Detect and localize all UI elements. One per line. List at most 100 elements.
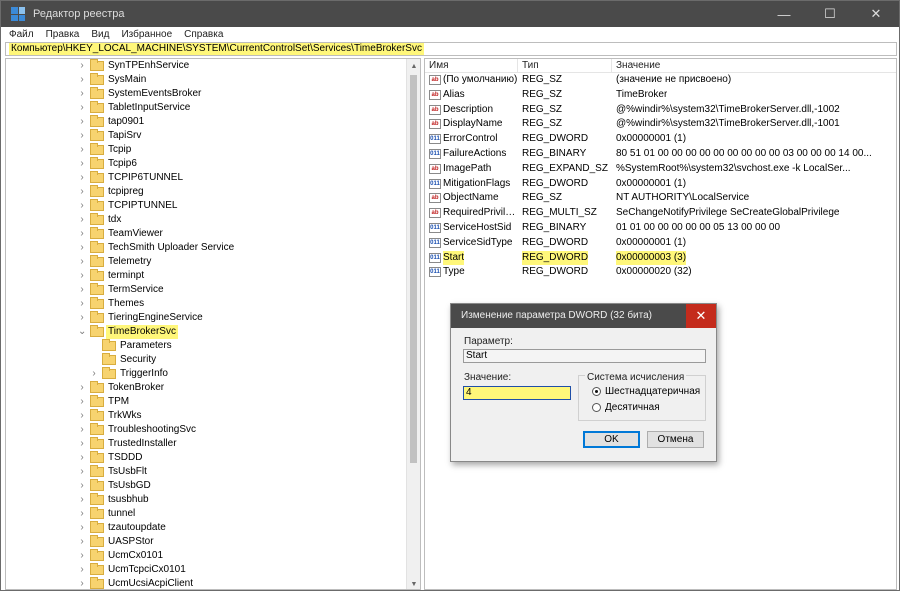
tree-item-label[interactable]: Tcpip6 bbox=[106, 157, 139, 171]
tree-item-label[interactable]: SystemEventsBroker bbox=[106, 87, 203, 101]
value-row[interactable]: 011 MitigationFlags REG_DWORD 0x00000001 (1… bbox=[425, 177, 896, 192]
tree-item-label[interactable]: TapiSrv bbox=[106, 129, 143, 143]
tree-item[interactable]: › tunnel bbox=[6, 507, 406, 521]
expand-chevron-icon[interactable]: › bbox=[78, 535, 86, 549]
column-header-type[interactable]: Тип bbox=[518, 59, 612, 73]
tree-item[interactable]: › TPM bbox=[6, 395, 406, 409]
menu-file[interactable]: Файл bbox=[9, 29, 34, 40]
tree-item-label[interactable]: Tcpip bbox=[106, 143, 133, 157]
tree-item-label[interactable]: tdx bbox=[106, 213, 123, 227]
tree-item[interactable]: › SystemEventsBroker bbox=[6, 87, 406, 101]
tree-item-label[interactable]: TieringEngineService bbox=[106, 311, 205, 325]
expand-chevron-icon[interactable]: › bbox=[78, 409, 86, 423]
value-row[interactable]: 011 FailureActions REG_BINARY 80 51 01 00 0… bbox=[425, 147, 896, 162]
tree-item[interactable]: › TieringEngineService bbox=[6, 311, 406, 325]
tree-item-label[interactable]: TroubleshootingSvc bbox=[106, 423, 198, 437]
expand-chevron-icon[interactable]: › bbox=[78, 437, 86, 451]
value-input[interactable]: 4 bbox=[463, 386, 571, 400]
tree-item-label[interactable]: TsUsbFlt bbox=[106, 465, 149, 479]
tree-item[interactable]: › TsUsbFlt bbox=[6, 465, 406, 479]
tree-item-label[interactable]: terminpt bbox=[106, 269, 146, 283]
expand-chevron-icon[interactable]: › bbox=[78, 381, 86, 395]
expand-chevron-icon[interactable]: › bbox=[78, 563, 86, 577]
tree-item[interactable]: › TroubleshootingSvc bbox=[6, 423, 406, 437]
tree-item[interactable]: › tdx bbox=[6, 213, 406, 227]
expand-chevron-icon[interactable]: › bbox=[78, 283, 86, 297]
tree-item-label[interactable]: TokenBroker bbox=[106, 381, 166, 395]
expand-chevron-icon[interactable]: › bbox=[78, 185, 86, 199]
tree-item[interactable]: › terminpt bbox=[6, 269, 406, 283]
radio-hexadecimal[interactable]: Шестнадцатеричная bbox=[592, 386, 700, 397]
tree-item[interactable]: › TrkWks bbox=[6, 409, 406, 423]
menu-help[interactable]: Справка bbox=[184, 29, 223, 40]
tree-item-label[interactable]: tap0901 bbox=[106, 115, 146, 129]
tree-item-label[interactable]: tsusbhub bbox=[106, 493, 151, 507]
expand-chevron-icon[interactable]: › bbox=[78, 213, 86, 227]
minimize-button[interactable]: — bbox=[761, 1, 807, 27]
scroll-thumb[interactable] bbox=[410, 75, 417, 463]
tree-item[interactable]: › TSDDD bbox=[6, 451, 406, 465]
tree-item[interactable]: ⌄ TimeBrokerSvc bbox=[6, 325, 406, 339]
expand-chevron-icon[interactable]: › bbox=[78, 87, 86, 101]
value-row[interactable]: ab (По умолчанию) REG_SZ (значение не присв… bbox=[425, 73, 896, 88]
tree-item[interactable]: › tcpipreg bbox=[6, 185, 406, 199]
tree-item[interactable]: › TsUsbGD bbox=[6, 479, 406, 493]
value-row[interactable]: ab Alias REG_SZ TimeBroker bbox=[425, 88, 896, 103]
tree-item[interactable]: › UcmUcsiAcpiClient bbox=[6, 577, 406, 589]
value-row[interactable]: 011 ErrorControl REG_DWORD 0x00000001 (1) bbox=[425, 132, 896, 147]
value-row[interactable]: ab ImagePath REG_EXPAND_SZ %SystemRoot%\sys… bbox=[425, 162, 896, 177]
radio-dec-dot[interactable] bbox=[592, 403, 601, 412]
expand-chevron-icon[interactable]: › bbox=[78, 59, 86, 73]
expand-chevron-icon[interactable]: › bbox=[78, 115, 86, 129]
tree-item-label[interactable]: TCPIP6TUNNEL bbox=[106, 171, 185, 185]
scroll-up-arrow-icon[interactable]: ▲ bbox=[407, 59, 420, 73]
tree-item[interactable]: › TeamViewer bbox=[6, 227, 406, 241]
tree-item-label[interactable]: TeamViewer bbox=[106, 227, 165, 241]
expand-chevron-icon[interactable]: › bbox=[78, 269, 86, 283]
tree-item[interactable]: › UcmCx0101 bbox=[6, 549, 406, 563]
tree-scrollbar[interactable]: ▲ ▼ bbox=[406, 59, 420, 589]
tree-item-label[interactable]: TCPIPTUNNEL bbox=[106, 199, 179, 213]
tree-item[interactable]: › tap0901 bbox=[6, 115, 406, 129]
tree-item-label[interactable]: TrustedInstaller bbox=[106, 437, 179, 451]
tree-item[interactable]: › Tcpip bbox=[6, 143, 406, 157]
expand-chevron-icon[interactable]: › bbox=[78, 101, 86, 115]
tree-item[interactable]: › TriggerInfo bbox=[6, 367, 406, 381]
expand-chevron-icon[interactable]: › bbox=[78, 311, 86, 325]
expand-chevron-icon[interactable]: › bbox=[78, 129, 86, 143]
tree-item-label[interactable]: tunnel bbox=[106, 507, 137, 521]
value-row[interactable]: ab ObjectName REG_SZ NT AUTHORITY\LocalServ… bbox=[425, 191, 896, 206]
menu-favorites[interactable]: Избранное bbox=[121, 29, 172, 40]
tree-item[interactable]: › Themes bbox=[6, 297, 406, 311]
tree-item[interactable]: › UcmTcpciCx0101 bbox=[6, 563, 406, 577]
tree-item[interactable]: › tsusbhub bbox=[6, 493, 406, 507]
tree-item[interactable]: › TermService bbox=[6, 283, 406, 297]
expand-chevron-icon[interactable]: › bbox=[78, 465, 86, 479]
tree-item[interactable]: › TrustedInstaller bbox=[6, 437, 406, 451]
menu-view[interactable]: Вид bbox=[91, 29, 109, 40]
value-row[interactable]: ab DisplayName REG_SZ @%windir%\system32\Ti… bbox=[425, 117, 896, 132]
tree-item-label[interactable]: TPM bbox=[106, 395, 131, 409]
tree-item-label[interactable]: UcmUcsiAcpiClient bbox=[106, 577, 195, 589]
tree-item-label[interactable]: UASPStor bbox=[106, 535, 156, 549]
tree-item[interactable]: › Tcpip6 bbox=[6, 157, 406, 171]
expand-chevron-icon[interactable]: › bbox=[78, 199, 86, 213]
value-row[interactable]: ab Description REG_SZ @%windir%\system32\Ti… bbox=[425, 103, 896, 118]
tree-item-label[interactable]: TrkWks bbox=[106, 409, 144, 423]
tree-item[interactable]: › TechSmith Uploader Service bbox=[6, 241, 406, 255]
address-path[interactable]: Компьютер\HKEY_LOCAL_MACHINE\SYSTEM\Curr… bbox=[9, 43, 424, 55]
tree-item-label[interactable]: Parameters bbox=[118, 339, 174, 353]
tree-item[interactable]: › TCPIP6TUNNEL bbox=[6, 171, 406, 185]
expand-chevron-icon[interactable]: › bbox=[78, 227, 86, 241]
value-row[interactable]: 011 ServiceSidType REG_DWORD 0x00000001 (1) bbox=[425, 236, 896, 251]
maximize-button[interactable]: ☐ bbox=[807, 1, 853, 27]
tree-item[interactable]: › tzautoupdate bbox=[6, 521, 406, 535]
expand-chevron-icon[interactable]: › bbox=[78, 157, 86, 171]
expand-chevron-icon[interactable]: › bbox=[78, 423, 86, 437]
value-row[interactable]: 011 Type REG_DWORD 0x00000020 (32) bbox=[425, 265, 896, 280]
tree-item-label[interactable]: TriggerInfo bbox=[118, 367, 170, 381]
tree-item[interactable]: › TapiSrv bbox=[6, 129, 406, 143]
tree-item-label[interactable]: tcpipreg bbox=[106, 185, 146, 199]
expand-chevron-icon[interactable]: › bbox=[78, 521, 86, 535]
tree-item-label[interactable]: SysMain bbox=[106, 73, 148, 87]
